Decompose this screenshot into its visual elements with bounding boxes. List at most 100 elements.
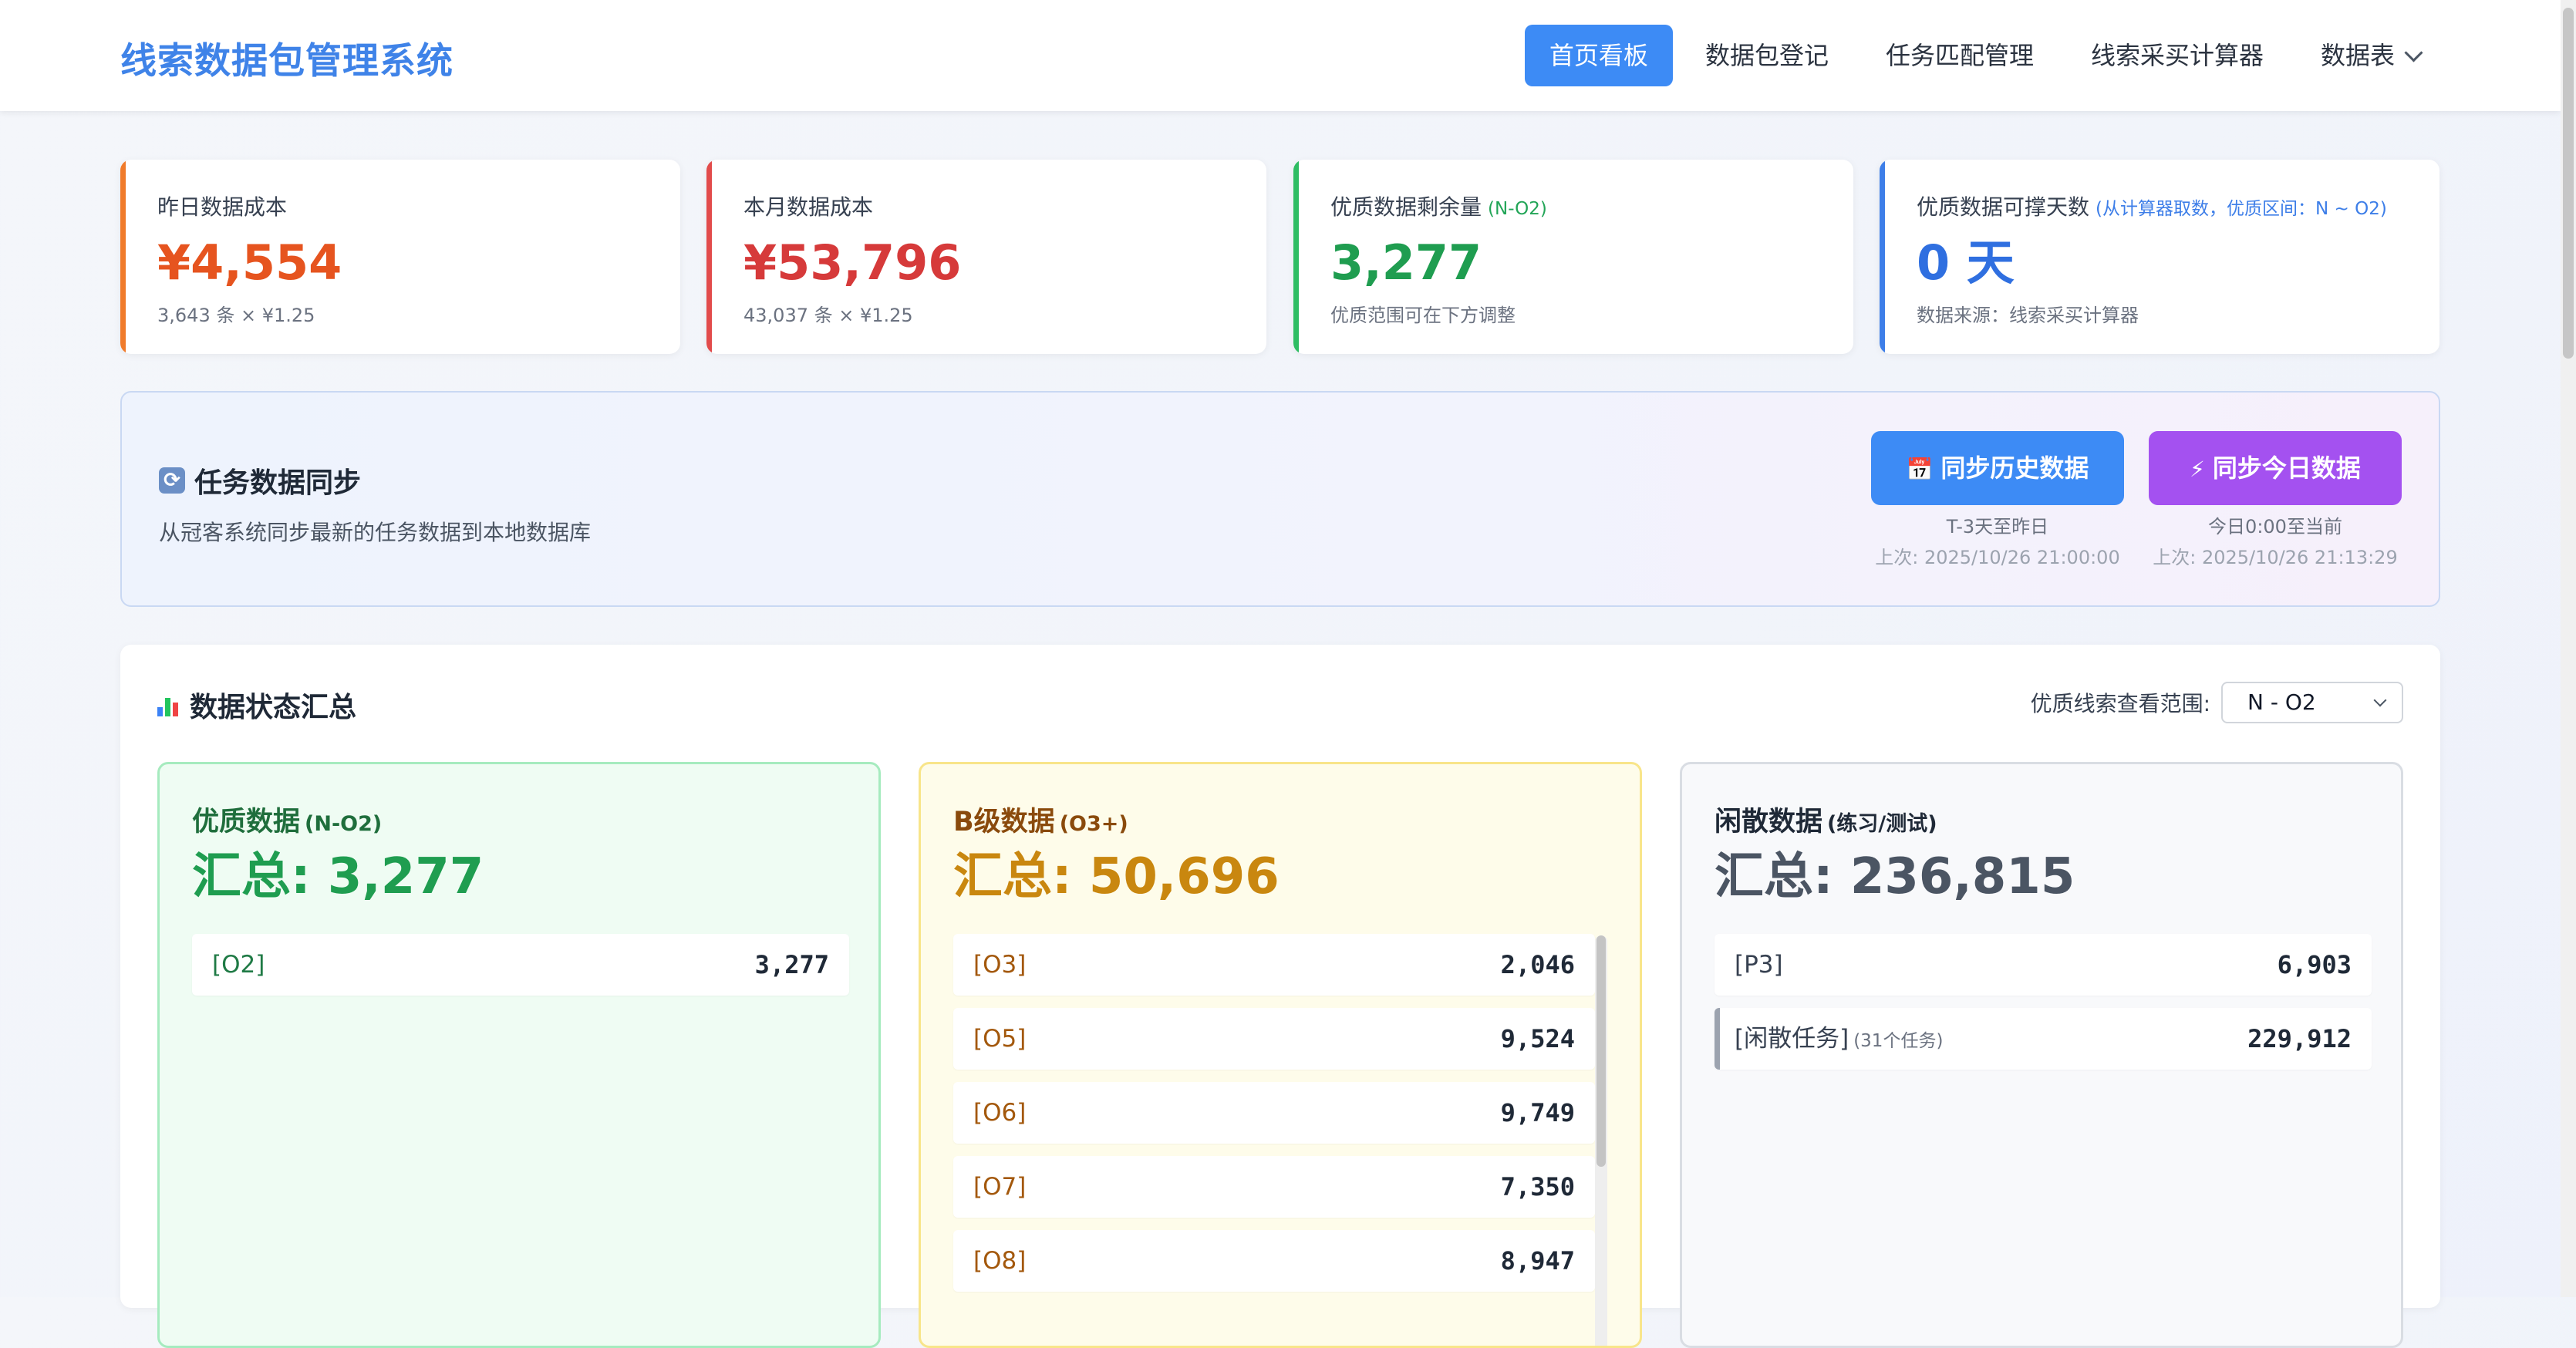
- stat-label-range: (N-O2): [1488, 199, 1547, 219]
- nav-item-data-tables[interactable]: 数据表: [2296, 25, 2445, 86]
- sync-history-label: 同步历史数据: [1940, 453, 2089, 483]
- idle-data-column: 闲散数据 (练习/测试) 汇总: 236,815 [P3] 6,903 [闲散任务…: [1680, 762, 2403, 1348]
- nav-item-purchase-calculator[interactable]: 线索采买计算器: [2066, 25, 2288, 86]
- sync-today-button[interactable]: ⚡ 同步今日数据: [2149, 431, 2402, 505]
- top-header: 线索数据包管理系统 首页看板 数据包登记 任务匹配管理 线索采买计算器 数据表: [0, 0, 2561, 111]
- row-value: 9,749: [1500, 1098, 1575, 1127]
- app-title[interactable]: 线索数据包管理系统: [120, 31, 453, 84]
- row-value: 7,350: [1500, 1172, 1575, 1201]
- stat-card-yesterday-cost: 昨日数据成本 ¥4,554 3,643 条 × ¥1.25: [120, 160, 680, 354]
- stat-value: 0 天: [1917, 234, 2015, 291]
- stat-label-source: (从计算器取数，优质区间：N ~ O2): [2096, 199, 2387, 219]
- row-key: [O5]: [973, 1025, 1027, 1053]
- row-key-sub: (31个任务): [1853, 1031, 1944, 1051]
- stat-value: ¥53,796: [743, 234, 962, 291]
- row-value: 8,947: [1500, 1246, 1575, 1276]
- column-title-text: 优质数据: [192, 807, 301, 837]
- list-item: [O8] 8,947: [953, 1230, 1595, 1292]
- column-title: B级数据 (O3+): [953, 800, 1128, 839]
- page-scrollbar[interactable]: [2561, 0, 2576, 1297]
- column-total: 汇总: 236,815: [1715, 848, 2075, 905]
- column-title-sub: (练习/测试): [1827, 812, 1937, 836]
- sync-title-text: 任务数据同步: [194, 467, 362, 499]
- column-total: 汇总: 50,696: [953, 848, 1280, 905]
- stat-card-quality-remaining: 优质数据剩余量 (N-O2) 3,277 优质范围可在下方调整: [1293, 160, 1853, 354]
- row-key: [O6]: [973, 1099, 1027, 1127]
- column-title-sub: (O3+): [1059, 812, 1128, 836]
- quality-data-column: 优质数据 (N-O2) 汇总: 3,277 [O2] 3,277: [157, 762, 881, 1348]
- row-key: [O3]: [973, 951, 1027, 979]
- sync-today-last: 上次: 2025/10/26 21:13:29: [2153, 547, 2398, 568]
- lightning-icon: ⚡: [2190, 457, 2205, 482]
- stat-value: 3,277: [1330, 234, 1482, 291]
- stat-note: 数据来源：线索采买计算器: [1917, 305, 2139, 326]
- data-status-summary: 数据状态汇总 优质线索查看范围: N - O2 优质数据 (N-O2) 汇总: 3…: [120, 645, 2440, 1348]
- column-title: 闲散数据 (练习/测试): [1715, 800, 1937, 839]
- chevron-down-icon: [2373, 693, 2387, 707]
- stat-card-month-cost: 本月数据成本 ¥53,796 43,037 条 × ¥1.25: [706, 160, 1266, 354]
- bar-chart-icon: [157, 693, 180, 716]
- column-rows: [O2] 3,277: [192, 934, 849, 1008]
- b-grade-data-column: B级数据 (O3+) 汇总: 50,696 [O3] 2,046 [O5] 9,5…: [919, 762, 1642, 1348]
- task-sync-panel: ⟳ 任务数据同步 从冠客系统同步最新的任务数据到本地数据库 📅 同步历史数据 T-…: [120, 391, 2440, 607]
- column-scrollbar[interactable]: [1595, 935, 1607, 1346]
- list-item: [O6] 9,749: [953, 1082, 1595, 1144]
- range-select[interactable]: N - O2: [2221, 682, 2403, 723]
- row-key: [P3]: [1735, 951, 1783, 979]
- summary-title: 数据状态汇总: [157, 685, 356, 725]
- range-select-value: N - O2: [2247, 689, 2316, 715]
- column-title-sub: (N-O2): [305, 812, 383, 836]
- stat-label-text: 本月数据成本: [743, 194, 874, 220]
- stat-label: 昨日数据成本: [157, 190, 680, 221]
- row-value: 229,912: [2247, 1024, 2352, 1053]
- column-rows: [O3] 2,046 [O5] 9,524 [O6] 9,749 [O7] 7,…: [953, 934, 1595, 1304]
- nav-item-dashboard[interactable]: 首页看板: [1524, 25, 1673, 86]
- stat-label-text: 优质数据剩余量: [1330, 194, 1482, 220]
- calendar-icon: 📅: [1906, 457, 1934, 482]
- main-nav: 首页看板 数据包登记 任务匹配管理 线索采买计算器 数据表: [1517, 25, 2445, 86]
- list-item: [O2] 3,277: [192, 934, 849, 996]
- row-key: [O2]: [212, 951, 265, 979]
- row-key: [O7]: [973, 1173, 1027, 1201]
- row-value: 6,903: [2277, 950, 2352, 979]
- list-item: [O3] 2,046: [953, 934, 1595, 996]
- list-item: [O7] 7,350: [953, 1156, 1595, 1218]
- stat-note: 优质范围可在下方调整: [1330, 305, 1516, 326]
- stat-label-text: 昨日数据成本: [157, 194, 288, 220]
- sync-history-range: T-3天至昨日: [1946, 516, 2049, 538]
- stat-note: 3,643 条 × ¥1.25: [157, 305, 315, 326]
- nav-item-data-tables-label: 数据表: [2320, 41, 2395, 70]
- sync-today-label: 同步今日数据: [2212, 453, 2361, 483]
- stat-label-text: 优质数据可撑天数: [1917, 194, 2090, 220]
- list-item: [闲散任务] (31个任务) 229,912: [1715, 1008, 2372, 1070]
- stat-value: ¥4,554: [157, 234, 342, 291]
- row-value: 3,277: [754, 950, 829, 979]
- column-scrollbar-thumb[interactable]: [1597, 935, 1606, 1167]
- column-title-text: B级数据: [953, 807, 1055, 837]
- quality-range-filter: 优质线索查看范围: N - O2: [2031, 682, 2403, 723]
- column-total: 汇总: 3,277: [192, 848, 484, 905]
- column-title-text: 闲散数据: [1715, 807, 1823, 837]
- range-label: 优质线索查看范围:: [2030, 691, 2210, 716]
- summary-title-text: 数据状态汇总: [190, 692, 357, 723]
- sync-history-button[interactable]: 📅 同步历史数据: [1871, 431, 2124, 505]
- nav-item-package-register[interactable]: 数据包登记: [1681, 25, 1853, 86]
- stat-note: 43,037 条 × ¥1.25: [743, 305, 913, 326]
- row-key-text: [闲散任务]: [1735, 1025, 1849, 1053]
- sync-title: ⟳ 任务数据同步: [159, 460, 361, 500]
- stat-label: 优质数据剩余量 (N-O2): [1330, 190, 1853, 221]
- sync-history-last: 上次: 2025/10/26 21:00:00: [1875, 547, 2120, 568]
- stat-card-quality-days: 优质数据可撑天数 (从计算器取数，优质区间：N ~ O2) 0 天 数据来源：线索…: [1880, 160, 2439, 354]
- row-value: 9,524: [1500, 1024, 1575, 1053]
- column-title: 优质数据 (N-O2): [192, 800, 382, 839]
- nav-item-task-matching[interactable]: 任务匹配管理: [1861, 25, 2058, 86]
- chevron-down-icon: [2404, 43, 2423, 62]
- stat-label: 本月数据成本: [743, 190, 1266, 221]
- row-key: [O8]: [973, 1247, 1027, 1275]
- list-item: [P3] 6,903: [1715, 934, 2372, 996]
- page-scrollbar-thumb[interactable]: [2563, 8, 2574, 359]
- stat-label: 优质数据可撑天数 (从计算器取数，优质区间：N ~ O2): [1917, 190, 2439, 221]
- sync-icon: ⟳: [159, 467, 185, 494]
- list-item: [O5] 9,524: [953, 1008, 1595, 1070]
- row-value: 2,046: [1500, 950, 1575, 979]
